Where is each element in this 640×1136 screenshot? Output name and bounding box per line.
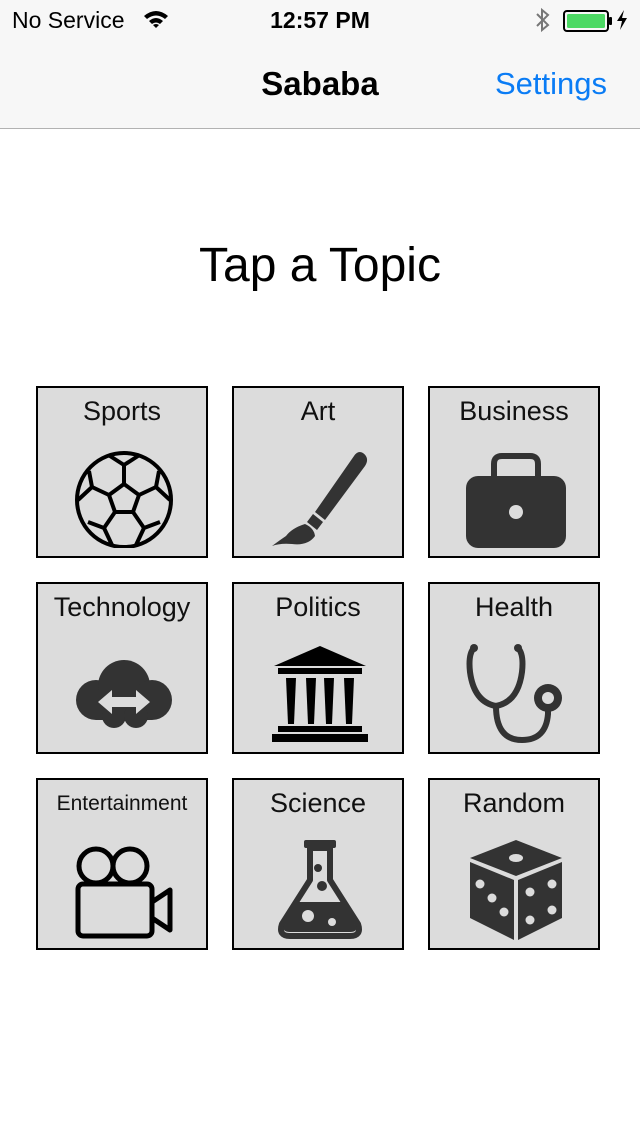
topic-label: Entertainment [56,792,188,815]
topic-label: Technology [53,592,191,622]
settings-button[interactable]: Settings [495,66,607,102]
topic-tile-science[interactable]: Science [232,778,404,950]
topic-tile-sports[interactable]: Sports [36,386,208,558]
charging-icon [616,9,628,36]
topic-label: Art [300,396,336,426]
topic-label: Random [462,788,566,818]
topic-tile-business[interactable]: Business [428,386,600,558]
bluetooth-icon [534,7,552,38]
government-building-icon [272,646,368,742]
soccer-ball-icon [75,451,173,548]
video-camera-icon [75,846,173,939]
navigation-bar: Sababa Settings [0,40,640,129]
topic-tile-technology[interactable]: Technology [36,582,208,754]
page-title: Tap a Topic [199,239,441,292]
paintbrush-icon [272,452,368,546]
topic-tile-politics[interactable]: Politics [232,582,404,754]
battery-icon [563,10,613,37]
dice-icon [470,840,562,940]
topic-tile-entertainment[interactable]: Entertainment [36,778,208,950]
topic-tile-health[interactable]: Health [428,582,600,754]
stethoscope-icon [466,644,562,744]
status-bar: No Service 12:57 PM [0,0,640,40]
topic-label: Science [269,788,367,818]
topic-label: Business [459,396,569,426]
topic-label: Sports [82,396,162,426]
topic-tile-art[interactable]: Art [232,386,404,558]
topic-label: Health [474,592,554,622]
topic-label: Politics [275,592,361,622]
topic-tile-random[interactable]: Random [428,778,600,950]
briefcase-icon [466,453,566,548]
flask-icon [278,840,362,939]
cloud-sync-icon [76,660,172,728]
